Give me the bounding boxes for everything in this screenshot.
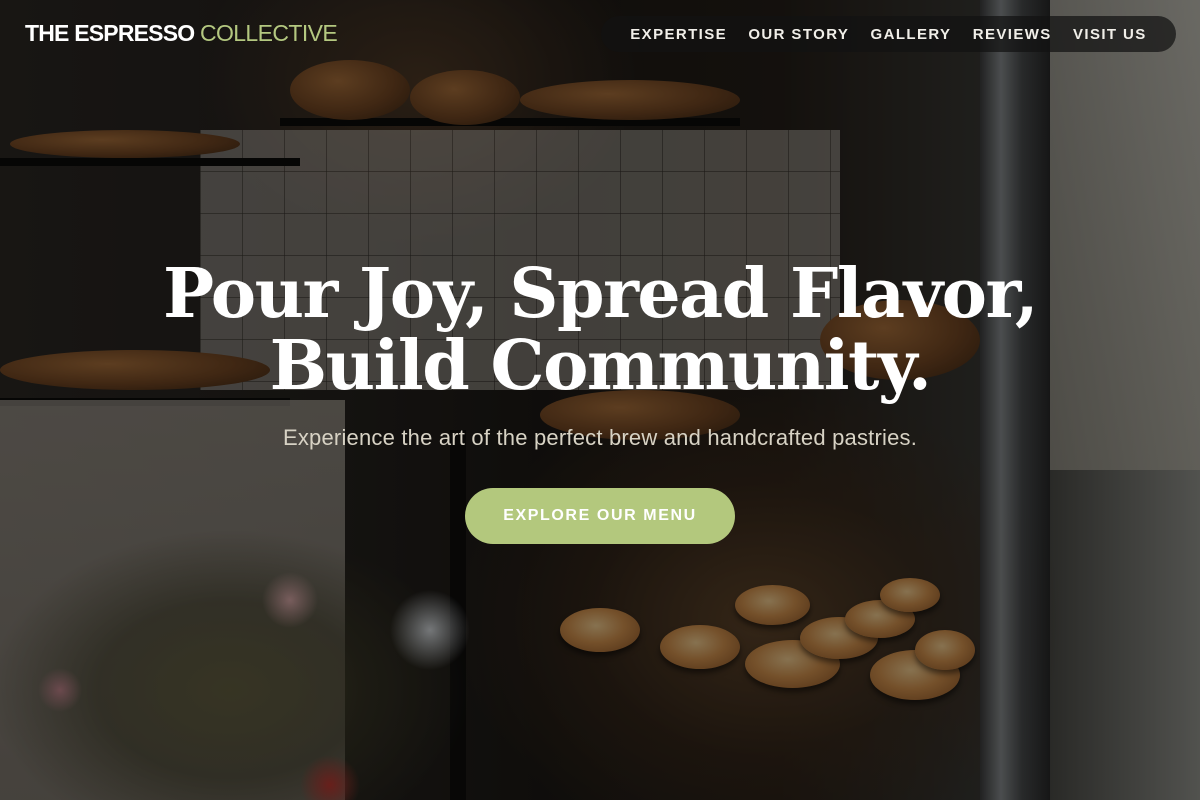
brand-logo[interactable]: THE ESPRESSO COLLECTIVE (25, 20, 338, 47)
logo-main-text: THE ESPRESSO (25, 20, 195, 46)
nav-link-visit-us[interactable]: VISIT US (1073, 26, 1147, 43)
main-navigation: EXPERTISE OUR STORY GALLERY REVIEWS VISI… (601, 16, 1176, 52)
nav-link-gallery[interactable]: GALLERY (871, 26, 952, 43)
hero-headline-line-1: Pour Joy, Spread Flavor, (162, 254, 1039, 334)
hero-section: THE ESPRESSO COLLECTIVE EXPERTISE OUR ST… (0, 0, 1200, 800)
nav-link-reviews[interactable]: REVIEWS (973, 26, 1052, 43)
explore-menu-button[interactable]: EXPLORE OUR MENU (465, 488, 735, 544)
nav-link-expertise[interactable]: EXPERTISE (630, 26, 727, 43)
hero-headline: Pour Joy, Spread Flavor, Build Community… (0, 258, 1200, 402)
hero-headline-line-2: Build Community. (269, 326, 932, 406)
hero-subtitle: Experience the art of the perfect brew a… (282, 425, 918, 450)
nav-link-our-story[interactable]: OUR STORY (748, 26, 849, 43)
logo-accent-text: COLLECTIVE (199, 20, 338, 46)
